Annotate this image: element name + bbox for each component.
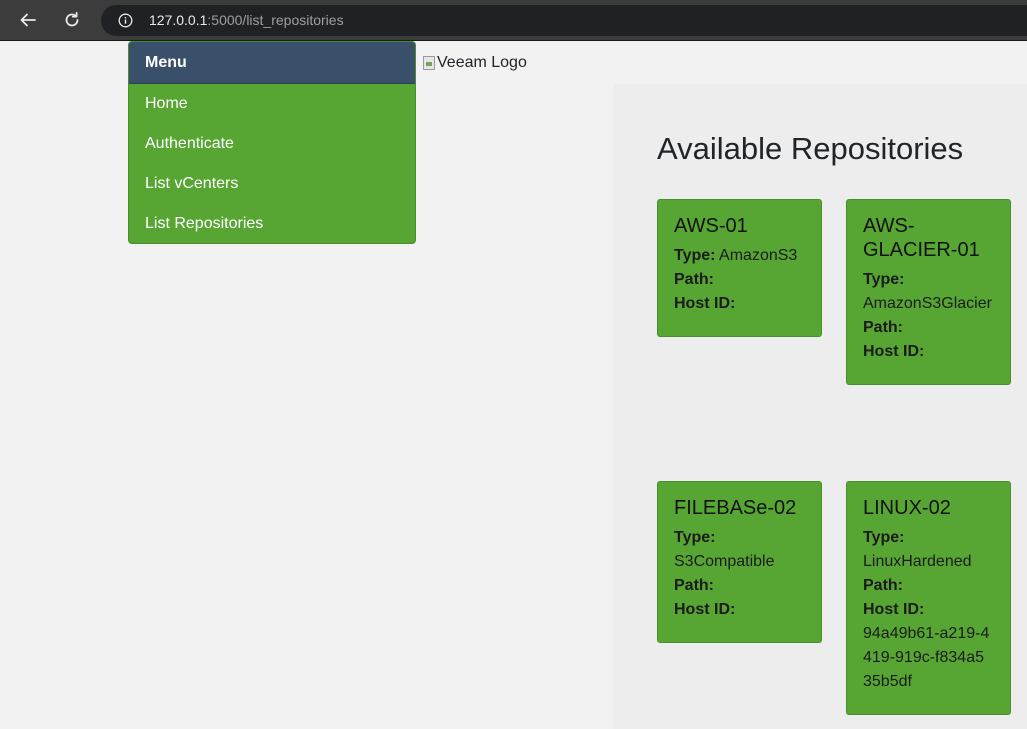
repository-type: S3Compatible xyxy=(674,553,775,570)
type-label: Type: xyxy=(863,271,905,288)
browser-toolbar: 127.0.0.1:5000/list_repositories xyxy=(0,0,1027,41)
repository-host-row: Host ID: xyxy=(674,292,805,316)
menu-item-home[interactable]: Home xyxy=(129,84,415,124)
repository-host-row: Host ID: 94a49b61-a219-4419-919c-f834a535… xyxy=(863,598,994,694)
repository-card: AWS-01 Type: AmazonS3 Path: Host ID: xyxy=(657,199,822,337)
back-icon[interactable] xyxy=(16,8,40,32)
repository-path-row: Path: xyxy=(863,316,994,340)
repository-host-id: 94a49b61-a219-4419-919c-f834a535b5df xyxy=(863,625,990,690)
menu-item-authenticate[interactable]: Authenticate xyxy=(129,124,415,164)
repository-type: AmazonS3Glacier xyxy=(863,295,992,312)
logo-alt-text: Veeam Logo xyxy=(437,54,527,71)
page-title: Available Repositories xyxy=(657,131,964,166)
repository-name: AWS-01 xyxy=(674,215,748,237)
menu-header: Menu xyxy=(129,42,415,84)
repository-type-row: Type: AmazonS3 xyxy=(674,244,805,268)
info-icon[interactable] xyxy=(118,13,133,28)
repository-name: FILEBASe-02 xyxy=(674,497,797,519)
path-label: Path: xyxy=(863,319,903,336)
host-id-label: Host ID: xyxy=(674,601,736,618)
type-label: Type: xyxy=(863,529,905,546)
repository-name: LINUX-02 xyxy=(863,497,951,519)
url-host: 127.0.0.1 xyxy=(149,12,208,28)
url-text[interactable]: 127.0.0.1:5000/list_repositories xyxy=(149,12,344,28)
path-label: Path: xyxy=(674,577,714,594)
repository-host-row: Host ID: xyxy=(674,598,805,622)
repository-type: LinuxHardened xyxy=(863,553,972,570)
menu-item-list-vcenters[interactable]: List vCenters xyxy=(129,164,415,204)
host-id-label: Host ID: xyxy=(863,343,925,360)
url-path: :5000/list_repositories xyxy=(207,12,344,28)
address-bar[interactable]: 127.0.0.1:5000/list_repositories xyxy=(101,5,1027,36)
path-label: Path: xyxy=(674,271,714,288)
broken-image-icon xyxy=(423,56,435,70)
repository-type: AmazonS3 xyxy=(719,247,798,264)
host-id-label: Host ID: xyxy=(863,601,925,618)
repository-card: AWS- GLACIER-01 Type: AmazonS3Glacier Pat… xyxy=(846,199,1011,385)
path-label: Path: xyxy=(863,577,903,594)
repository-type-row: Type: S3Compatible xyxy=(674,526,805,574)
repository-name: AWS- GLACIER-01 xyxy=(863,215,980,261)
repository-card: LINUX-02 Type: LinuxHardened Path: Host I… xyxy=(846,481,1011,715)
repository-host-row: Host ID: xyxy=(863,340,994,364)
type-label: Type: xyxy=(674,529,716,546)
repository-path-row: Path: xyxy=(863,574,994,598)
menu-item-list-repositories[interactable]: List Repositories xyxy=(129,204,415,243)
veeam-logo: Veeam Logo xyxy=(423,52,527,74)
repository-card: FILEBASe-02 Type: S3Compatible Path: Host… xyxy=(657,481,822,643)
type-label: Type: xyxy=(674,247,716,264)
repository-type-row: Type: LinuxHardened xyxy=(863,526,994,574)
reload-icon[interactable] xyxy=(60,8,84,32)
sidebar-menu: Menu Home Authenticate List vCenters Lis… xyxy=(128,41,416,244)
repository-type-row: Type: AmazonS3Glacier xyxy=(863,268,994,316)
repository-path-row: Path: xyxy=(674,574,805,598)
host-id-label: Host ID: xyxy=(674,295,736,312)
repository-path-row: Path: xyxy=(674,268,805,292)
